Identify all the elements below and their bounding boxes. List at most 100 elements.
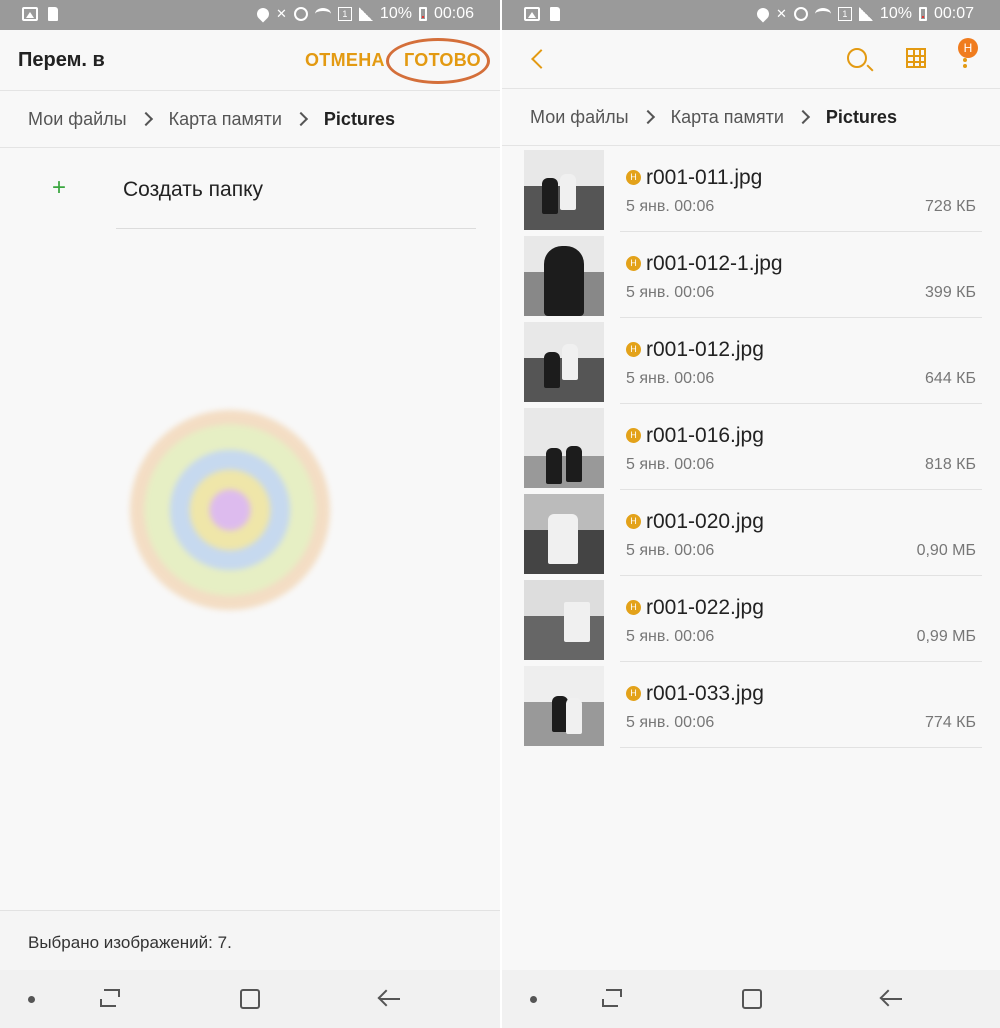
breadcrumb-item-memory-card[interactable]: Карта памяти xyxy=(169,109,282,130)
chevron-right-icon xyxy=(138,111,153,127)
battery-icon xyxy=(418,7,427,21)
home-icon[interactable] xyxy=(240,989,260,1009)
list-item[interactable]: H r001-012-1.jpg 5 янв. 00:06 399 КБ xyxy=(502,234,1000,320)
status-time: 00:07 xyxy=(933,5,974,22)
image-thumbnail xyxy=(524,666,604,746)
hidden-badge-icon: H xyxy=(626,170,641,185)
signal-icon xyxy=(858,7,873,21)
back-arrow-icon[interactable] xyxy=(882,998,902,1000)
status-bar: ✕ 1 10% 00:06 xyxy=(0,0,500,30)
breadcrumb-item-my-files[interactable]: Мои файлы xyxy=(530,107,629,128)
hidden-badge-icon: H xyxy=(626,342,641,357)
location-icon xyxy=(254,5,272,23)
breadcrumb: Мои файлы Карта памяти Pictures xyxy=(0,90,500,148)
file-date: 5 янв. 00:06 xyxy=(626,198,715,215)
create-folder-label: Создать папку xyxy=(123,178,263,201)
divider xyxy=(116,228,476,229)
battery-percent: 10% xyxy=(879,5,912,22)
nav-dot-icon[interactable] xyxy=(28,996,35,1003)
chevron-right-icon xyxy=(640,109,655,125)
done-button[interactable]: ГОТОВО xyxy=(404,50,481,71)
hidden-badge-icon: H xyxy=(626,686,641,701)
recent-apps-icon[interactable] xyxy=(602,989,622,1007)
cancel-button[interactable]: ОТМЕНА xyxy=(305,50,385,71)
grid-view-icon[interactable] xyxy=(906,48,926,68)
back-icon[interactable] xyxy=(531,49,551,69)
hidden-badge-icon: H xyxy=(626,600,641,615)
hidden-badge-icon: H xyxy=(626,256,641,271)
list-item[interactable]: H r001-033.jpg 5 янв. 00:06 774 КБ xyxy=(502,664,1000,750)
file-size: 728 КБ xyxy=(925,198,976,215)
navigation-bar xyxy=(0,970,500,1028)
search-icon[interactable] xyxy=(847,48,867,68)
toolbar: H xyxy=(502,30,1000,88)
home-icon[interactable] xyxy=(742,989,762,1009)
file-size: 399 КБ xyxy=(925,284,976,301)
file-date: 5 янв. 00:06 xyxy=(626,542,715,559)
selection-status-bar: Выбрано изображений: 7. xyxy=(0,910,500,974)
list-item[interactable]: H r001-011.jpg 5 янв. 00:06 728 КБ xyxy=(502,148,1000,234)
list-item[interactable]: H r001-016.jpg 5 янв. 00:06 818 КБ xyxy=(502,406,1000,492)
image-thumbnail xyxy=(524,408,604,488)
location-icon xyxy=(754,5,772,23)
image-thumbnail xyxy=(524,494,604,574)
hidden-badge-icon: H xyxy=(626,514,641,529)
status-bar: ✕ 1 10% 00:07 xyxy=(502,0,1000,30)
breadcrumb-item-my-files[interactable]: Мои файлы xyxy=(28,109,127,130)
chevron-right-icon xyxy=(795,109,810,125)
gallery-notification-icon xyxy=(524,7,540,21)
file-date: 5 янв. 00:06 xyxy=(626,370,715,387)
image-thumbnail xyxy=(524,322,604,402)
sim-icon: 1 xyxy=(837,7,852,21)
battery-icon xyxy=(918,7,927,21)
navigation-bar xyxy=(502,970,1000,1028)
hidden-badge-icon: H xyxy=(626,428,641,443)
file-size: 818 КБ xyxy=(925,456,976,473)
file-date: 5 янв. 00:06 xyxy=(626,628,715,645)
breadcrumb-item-pictures[interactable]: Pictures xyxy=(324,109,395,130)
move-to-screen: ✕ 1 10% 00:06 Перем. в ОТМЕНА ГОТОВО Мои… xyxy=(0,0,500,1028)
chevron-right-icon xyxy=(293,111,308,127)
file-list: H r001-011.jpg 5 янв. 00:06 728 КБ H r00… xyxy=(502,148,1000,750)
file-size: 774 КБ xyxy=(925,714,976,731)
wifi-icon xyxy=(814,8,831,20)
alarm-icon xyxy=(793,7,808,21)
sim-icon: 1 xyxy=(337,7,352,21)
move-header: Перем. в ОТМЕНА ГОТОВО xyxy=(0,30,500,90)
file-date: 5 янв. 00:06 xyxy=(626,284,715,301)
watermark-logo xyxy=(130,410,330,610)
nav-dot-icon[interactable] xyxy=(530,996,537,1003)
breadcrumb-item-pictures[interactable]: Pictures xyxy=(826,107,897,128)
file-name: r001-020.jpg xyxy=(646,510,764,533)
signal-icon xyxy=(358,7,373,21)
image-thumbnail xyxy=(524,580,604,660)
mute-icon: ✕ xyxy=(276,6,287,21)
image-thumbnail xyxy=(524,150,604,230)
breadcrumb-item-memory-card[interactable]: Карта памяти xyxy=(671,107,784,128)
page-title: Перем. в xyxy=(18,49,105,71)
wifi-icon xyxy=(314,8,331,20)
image-thumbnail xyxy=(524,236,604,316)
file-name: r001-012-1.jpg xyxy=(646,252,783,275)
recent-apps-icon[interactable] xyxy=(100,989,120,1007)
sd-card-icon xyxy=(48,7,58,21)
list-item[interactable]: H r001-022.jpg 5 янв. 00:06 0,99 МБ xyxy=(502,578,1000,664)
back-arrow-icon[interactable] xyxy=(380,998,400,1000)
file-date: 5 янв. 00:06 xyxy=(626,714,715,731)
list-item[interactable]: H r001-012.jpg 5 янв. 00:06 644 КБ xyxy=(502,320,1000,406)
file-name: r001-033.jpg xyxy=(646,682,764,705)
file-name: r001-022.jpg xyxy=(646,596,764,619)
plus-icon: + xyxy=(52,174,67,201)
battery-percent: 10% xyxy=(379,5,412,22)
mute-icon: ✕ xyxy=(776,6,787,21)
file-size: 0,99 МБ xyxy=(916,628,976,645)
file-list-screen: ✕ 1 10% 00:07 H Мои файлы Карта памяти P… xyxy=(502,0,1000,1028)
file-name: r001-011.jpg xyxy=(646,166,763,189)
create-folder-item[interactable]: + Создать папку xyxy=(0,150,500,230)
gallery-notification-icon xyxy=(22,7,38,21)
alarm-icon xyxy=(293,7,308,21)
status-time: 00:06 xyxy=(433,5,474,22)
list-item[interactable]: H r001-020.jpg 5 янв. 00:06 0,90 МБ xyxy=(502,492,1000,578)
file-date: 5 янв. 00:06 xyxy=(626,456,715,473)
file-size: 644 КБ xyxy=(925,370,976,387)
